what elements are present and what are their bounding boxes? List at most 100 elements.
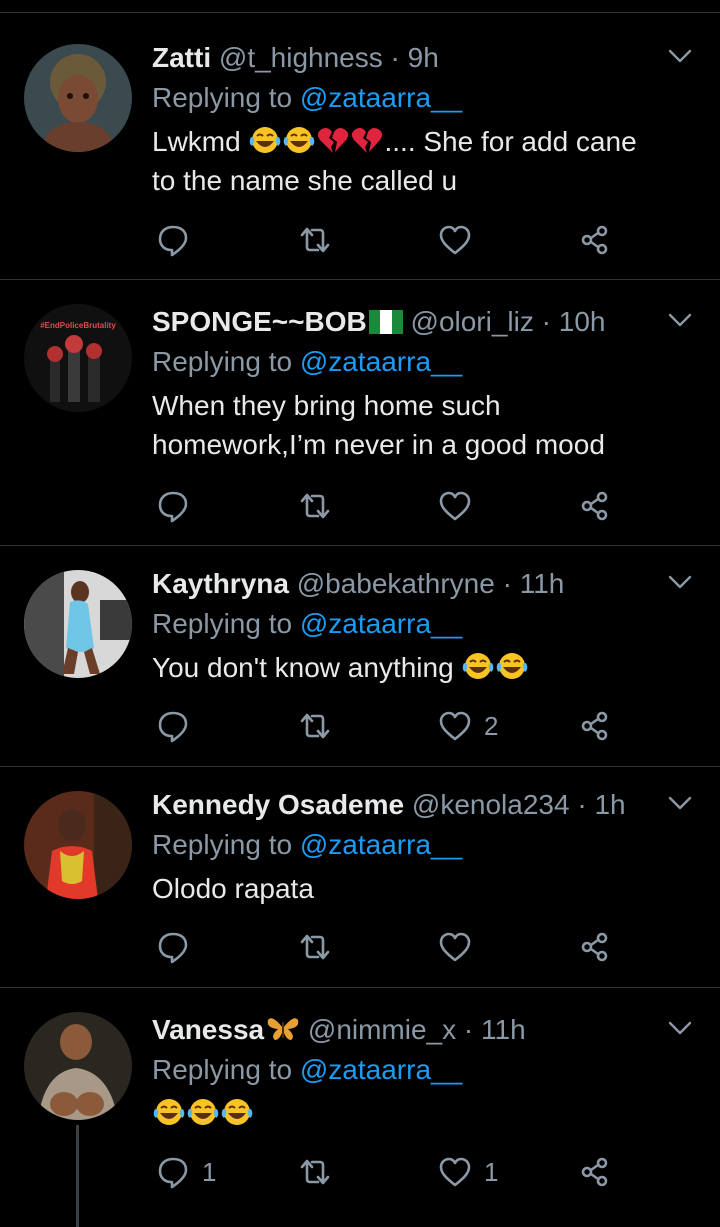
- heart-icon: [438, 1155, 472, 1189]
- reply-icon: [156, 489, 190, 523]
- chevron-down-icon[interactable]: [666, 1014, 694, 1042]
- face-with-tears-of-joy-icon: [248, 125, 282, 155]
- chevron-down-icon[interactable]: [666, 789, 694, 817]
- avatar[interactable]: [24, 1012, 132, 1120]
- retweet-icon: [298, 223, 332, 257]
- top-divider: [0, 12, 720, 13]
- tweet-text-start: When they bring home such homework,I’m n…: [152, 390, 605, 460]
- display-name[interactable]: Vanessa: [152, 1014, 264, 1045]
- user-handle[interactable]: @kenola234: [412, 789, 570, 820]
- avatar[interactable]: #EndPoliceBrutality: [24, 304, 132, 412]
- tweet-header: Zatti @t_highness · 9h: [152, 38, 660, 78]
- share-button[interactable]: [578, 486, 612, 526]
- avatar[interactable]: [24, 570, 132, 678]
- share-icon: [578, 1155, 612, 1189]
- retweet-button[interactable]: [298, 1152, 332, 1192]
- reply-button[interactable]: [156, 486, 190, 526]
- reply-button[interactable]: [156, 706, 190, 746]
- replying-to: Replying to @zataarra__: [152, 604, 660, 644]
- timestamp[interactable]: 11h: [481, 1014, 526, 1045]
- reply-button[interactable]: [156, 220, 190, 260]
- tweet[interactable]: Kaythryna @babekathryne · 11h Replying t…: [0, 546, 720, 767]
- mention-link[interactable]: @zataarra__: [300, 1054, 462, 1085]
- tweet[interactable]: Zatti @t_highness · 9h Replying to @zata…: [0, 20, 720, 280]
- like-button[interactable]: [438, 220, 472, 260]
- mention-link[interactable]: @zataarra__: [300, 608, 462, 639]
- reply-icon: [156, 1155, 190, 1189]
- display-name[interactable]: Zatti: [152, 42, 211, 73]
- like-button[interactable]: [438, 927, 472, 967]
- mention-link[interactable]: @zataarra__: [300, 82, 462, 113]
- retweet-button[interactable]: [298, 927, 332, 967]
- share-icon: [578, 223, 612, 257]
- share-button[interactable]: [578, 927, 612, 967]
- tweet-actions: 2: [152, 706, 622, 746]
- user-handle[interactable]: @olori_liz: [411, 306, 534, 337]
- like-button[interactable]: 2: [438, 706, 498, 746]
- replying-to: Replying to @zataarra__: [152, 342, 660, 382]
- share-button[interactable]: [578, 220, 612, 260]
- mention-link[interactable]: @zataarra__: [300, 346, 462, 377]
- tweet[interactable]: Kennedy Osademe @kenola234 · 1h Replying…: [0, 767, 720, 988]
- separator-dot: ·: [577, 789, 587, 820]
- share-button[interactable]: [578, 706, 612, 746]
- tweet-text-start: You don't know anything: [152, 652, 454, 683]
- retweet-icon: [298, 1155, 332, 1189]
- retweet-button[interactable]: [298, 706, 332, 746]
- timestamp[interactable]: 10h: [559, 306, 606, 337]
- user-handle[interactable]: @nimmie_x: [308, 1014, 456, 1045]
- replying-to-label: Replying to: [152, 346, 293, 377]
- replying-to-label: Replying to: [152, 82, 293, 113]
- display-name[interactable]: Kaythryna: [152, 568, 289, 599]
- face-with-tears-of-joy-icon: [461, 651, 495, 681]
- face-with-tears-of-joy-icon: [282, 125, 316, 155]
- avatar[interactable]: [24, 791, 132, 899]
- retweet-button[interactable]: [298, 220, 332, 260]
- avatar[interactable]: [24, 44, 132, 152]
- chevron-down-icon[interactable]: [666, 568, 694, 596]
- reply-count: 1: [202, 1156, 217, 1187]
- tweet-text-start: Lwkmd: [152, 126, 241, 157]
- separator-dot: ·: [502, 568, 512, 599]
- share-button[interactable]: [578, 1152, 612, 1192]
- face-with-tears-of-joy-icon: [495, 651, 529, 681]
- reply-button[interactable]: 1: [156, 1152, 216, 1192]
- tweet-header: Kennedy Osademe @kenola234 · 1h: [152, 785, 660, 825]
- user-handle[interactable]: @t_highness: [219, 42, 383, 73]
- tweet-text-start: Olodo rapata: [152, 873, 314, 904]
- retweet-icon: [298, 489, 332, 523]
- mention-link[interactable]: @zataarra__: [300, 829, 462, 860]
- heart-icon: [438, 223, 472, 257]
- timestamp[interactable]: 11h: [520, 568, 565, 599]
- share-icon: [578, 489, 612, 523]
- tweet-actions: [152, 486, 622, 526]
- display-name[interactable]: Kennedy Osademe: [152, 789, 404, 820]
- tweet-text: Olodo rapata: [152, 869, 660, 908]
- timestamp[interactable]: 9h: [408, 42, 439, 73]
- replying-to: Replying to @zataarra__: [152, 825, 660, 865]
- like-button[interactable]: 1: [438, 1152, 498, 1192]
- retweet-button[interactable]: [298, 486, 332, 526]
- chevron-down-icon[interactable]: [666, 306, 694, 334]
- separator-dot: ·: [390, 42, 400, 73]
- reply-button[interactable]: [156, 927, 190, 967]
- face-with-tears-of-joy-icon: [220, 1097, 254, 1127]
- tweet[interactable]: Vanessa @nimmie_x · 11h Replying to @zat…: [0, 988, 720, 1227]
- reply-icon: [156, 223, 190, 257]
- timestamp[interactable]: 1h: [594, 789, 625, 820]
- like-button[interactable]: [438, 486, 472, 526]
- tweet-actions: 1 1: [152, 1152, 622, 1192]
- user-handle[interactable]: @babekathryne: [297, 568, 495, 599]
- face-with-tears-of-joy-icon: [186, 1097, 220, 1127]
- like-count: 1: [484, 1156, 499, 1187]
- replying-to-label: Replying to: [152, 608, 293, 639]
- tweet-actions: [152, 927, 622, 967]
- display-name[interactable]: SPONGE~~BOB: [152, 306, 367, 337]
- replying-to: Replying to @zataarra__: [152, 78, 660, 118]
- heart-icon: [438, 930, 472, 964]
- chevron-down-icon[interactable]: [666, 42, 694, 70]
- tweet-text: You don't know anything: [152, 648, 660, 687]
- tweet-text: Lwkmd .... She for add cane to the name …: [152, 122, 660, 200]
- replying-to-label: Replying to: [152, 1054, 293, 1085]
- tweet[interactable]: #EndPoliceBrutality SPONGE~~BOB @olori_l…: [0, 280, 720, 546]
